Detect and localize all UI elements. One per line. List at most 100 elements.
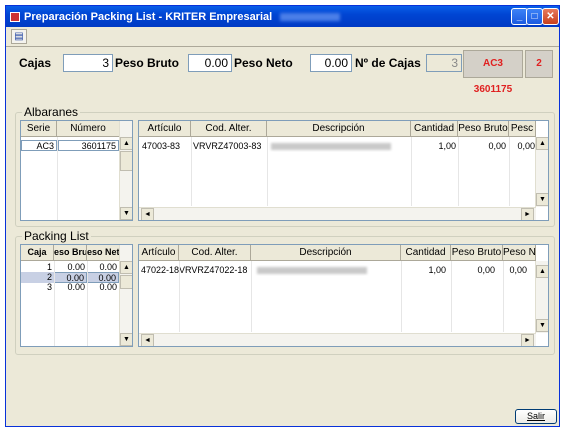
scroll-up-icon[interactable]: ▲ bbox=[120, 137, 132, 150]
app-icon bbox=[10, 11, 20, 22]
caja-cell: 3 bbox=[46, 282, 52, 292]
col-header-peso-bruto[interactable]: eso Brut bbox=[54, 245, 87, 261]
col-header-peso-neto[interactable]: Pesc bbox=[509, 121, 536, 137]
packing-group-title: Packing List bbox=[22, 229, 91, 243]
scroll-thumb[interactable] bbox=[120, 151, 132, 171]
peso-bruto-cell: 0,00 bbox=[477, 265, 495, 275]
num-cajas-label: Nº de Cajas bbox=[355, 56, 421, 70]
col-header-caja[interactable]: Caja bbox=[21, 245, 54, 261]
packing-lines-hscroll[interactable]: ◄ ► bbox=[139, 333, 536, 346]
col-header-peso-neto[interactable]: eso Net bbox=[87, 245, 120, 261]
cantidad-cell: 1,00 bbox=[438, 141, 456, 151]
table-row[interactable]: 47003-83 VRVRZ47003-83 1,00 0,00 0,00 bbox=[139, 141, 536, 152]
close-icon: ✕ bbox=[546, 10, 555, 22]
neto-cell: 0.00 bbox=[99, 282, 117, 292]
packing-vscroll[interactable]: ▲ ▼ bbox=[119, 245, 132, 346]
column-divider bbox=[54, 261, 55, 346]
column-divider bbox=[179, 261, 180, 332]
cantidad-cell: 1,00 bbox=[428, 265, 446, 275]
albaranes-grid[interactable]: Serie Número AC3 3601175 ▲ ▼ bbox=[20, 120, 133, 221]
col-header-descripcion[interactable]: Descripción bbox=[267, 121, 411, 137]
count-badge: 2 bbox=[525, 50, 553, 78]
col-header-articulo[interactable]: Artículo bbox=[139, 245, 179, 261]
column-divider bbox=[251, 261, 252, 332]
scroll-right-icon[interactable]: ► bbox=[521, 334, 534, 346]
maximize-button[interactable]: □ bbox=[526, 8, 543, 25]
scroll-down-icon[interactable]: ▼ bbox=[120, 333, 132, 346]
column-divider bbox=[451, 261, 452, 332]
column-divider bbox=[191, 137, 192, 206]
maximize-icon: □ bbox=[531, 10, 538, 22]
cod-alter-cell: VRVRZ47003-83 bbox=[193, 141, 262, 151]
column-divider bbox=[267, 137, 268, 206]
col-header-cod-alter[interactable]: Cod. Alter. bbox=[191, 121, 267, 137]
col-header-cantidad[interactable]: Cantidad bbox=[411, 121, 458, 137]
cod-alter-cell: VRVRZ47022-18 bbox=[179, 265, 248, 275]
app-window: Preparación Packing List - KRITER Empres… bbox=[5, 5, 560, 427]
descripcion-cell bbox=[251, 265, 401, 276]
peso-neto-cell: 0,00 bbox=[517, 141, 535, 151]
column-divider bbox=[411, 137, 412, 206]
num-cajas-field: 3 bbox=[426, 54, 462, 72]
col-header-peso-bruto[interactable]: Peso Bruto bbox=[451, 245, 503, 261]
table-row[interactable]: 3 0.00 0.00 bbox=[21, 282, 119, 293]
peso-bruto-cell: 0,00 bbox=[488, 141, 506, 151]
col-header-articulo[interactable]: Artículo bbox=[139, 121, 191, 137]
descripcion-cell bbox=[267, 141, 411, 152]
packing-grid[interactable]: Caja eso Brut eso Net 1 0.00 0.00 2 0.00… bbox=[20, 244, 133, 347]
scroll-down-icon[interactable]: ▼ bbox=[536, 193, 548, 206]
packing-lines-vscroll[interactable]: ▲ ▼ bbox=[535, 261, 548, 333]
blurred-description bbox=[257, 267, 367, 275]
column-divider bbox=[87, 261, 88, 346]
col-header-peso-neto[interactable]: Peso N bbox=[503, 245, 536, 261]
column-divider bbox=[509, 137, 510, 206]
articulo-cell: 47003-83 bbox=[142, 141, 181, 151]
scroll-thumb[interactable] bbox=[120, 275, 132, 289]
numero-cell[interactable]: 3601175 bbox=[58, 140, 119, 151]
print-icon[interactable]: ▤ bbox=[11, 29, 27, 44]
title-bar[interactable]: Preparación Packing List - KRITER Empres… bbox=[6, 6, 559, 27]
table-row[interactable]: AC3 3601175 bbox=[21, 140, 119, 151]
cajas-field[interactable]: 3 bbox=[63, 54, 113, 72]
table-row[interactable]: 47022-18 VRVRZ47022-18 1,00 0,00 0,00 bbox=[139, 265, 536, 276]
albaranes-lines-grid[interactable]: Artículo Cod. Alter. Descripción Cantida… bbox=[138, 120, 549, 221]
window-title: Preparación Packing List - KRITER Empres… bbox=[24, 10, 273, 23]
albaranes-lines-hscroll[interactable]: ◄ ► bbox=[139, 207, 536, 220]
packing-lines-grid[interactable]: Artículo Cod. Alter. Descripción Cantida… bbox=[138, 244, 549, 347]
blurred-company-name bbox=[280, 12, 341, 21]
toolbar: ▤ bbox=[6, 27, 559, 47]
peso-neto-label: Peso Neto bbox=[234, 56, 293, 70]
col-header-serie[interactable]: Serie bbox=[21, 121, 57, 137]
col-header-descripcion[interactable]: Descripción bbox=[251, 245, 401, 261]
col-header-cantidad[interactable]: Cantidad bbox=[401, 245, 451, 261]
scroll-right-icon[interactable]: ► bbox=[521, 208, 534, 220]
cajas-label: Cajas bbox=[19, 56, 52, 70]
scroll-left-icon[interactable]: ◄ bbox=[141, 334, 154, 346]
peso-neto-field[interactable]: 0.00 bbox=[310, 54, 352, 72]
serie-cell[interactable]: AC3 bbox=[21, 140, 57, 151]
albaranes-vscroll[interactable]: ▲ ▼ bbox=[119, 121, 132, 220]
scroll-down-icon[interactable]: ▼ bbox=[536, 319, 548, 332]
blurred-description bbox=[271, 143, 391, 151]
scroll-left-icon[interactable]: ◄ bbox=[141, 208, 154, 220]
col-header-cod-alter[interactable]: Cod. Alter. bbox=[179, 245, 251, 261]
col-header-peso-bruto[interactable]: Peso Bruto bbox=[458, 121, 509, 137]
documento-badge: AC3 3601175 bbox=[463, 50, 523, 95]
peso-bruto-label: Peso Bruto bbox=[115, 56, 180, 70]
albaranes-lines-vscroll[interactable]: ▲ ▼ bbox=[535, 137, 548, 207]
scroll-up-icon[interactable]: ▲ bbox=[536, 265, 548, 278]
scroll-up-icon[interactable]: ▲ bbox=[120, 261, 132, 274]
peso-bruto-field[interactable]: 0.00 bbox=[188, 54, 232, 72]
col-header-numero[interactable]: Número bbox=[57, 121, 120, 137]
scroll-up-icon[interactable]: ▲ bbox=[536, 137, 548, 150]
minimize-icon: _ bbox=[516, 10, 523, 22]
column-divider bbox=[503, 261, 504, 332]
column-divider bbox=[57, 137, 58, 220]
column-divider bbox=[458, 137, 459, 206]
close-button[interactable]: ✕ bbox=[542, 8, 559, 25]
salir-button[interactable]: Salir bbox=[515, 409, 557, 424]
scroll-down-icon[interactable]: ▼ bbox=[120, 207, 132, 220]
albaranes-group-title: Albaranes bbox=[22, 105, 81, 119]
bruto-cell: 0.00 bbox=[67, 282, 85, 292]
column-divider bbox=[401, 261, 402, 332]
